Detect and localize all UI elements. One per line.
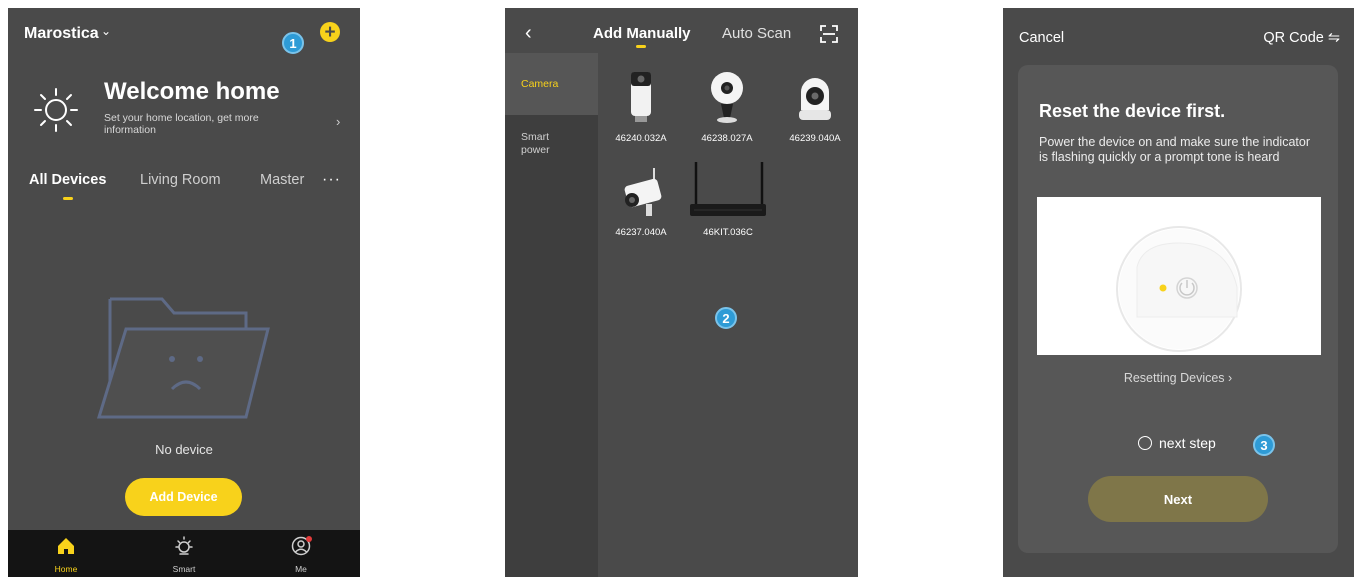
reset-title: Reset the device first. [1039,101,1226,121]
notification-dot [306,536,312,542]
reset-description: Power the device on and make sure the in… [1039,135,1310,164]
nav-home-label: Home [54,564,78,574]
home-icon [58,538,74,554]
device-item[interactable]: 46KIT.036C [688,160,768,238]
device-label: 46240.032A [615,133,667,144]
chevron-down-icon[interactable]: ⌄ [101,24,111,38]
reset-card: Reset the device first. Power the device… [1018,65,1338,553]
scan-icon[interactable] [819,24,839,44]
device-item[interactable]: 46239.040A [780,70,850,144]
step-badge-3: 3 [1253,434,1275,456]
tab-all-devices[interactable]: All Devices [29,172,106,188]
empty-folder-icon [96,297,270,419]
reset-device-screen: Cancel QR Code ⇋ Reset the device first.… [1003,8,1354,577]
device-item[interactable]: 46238.027A [692,70,762,144]
radio-icon[interactable] [1138,436,1152,450]
reset-illustration [1037,197,1321,355]
tab-underline [63,197,73,200]
camera-46238-icon [711,72,743,123]
nav-me[interactable]: Me [271,536,331,574]
camera-46239-icon [799,78,831,120]
device-item[interactable]: 46237.040A [606,164,676,238]
bottom-nav: Home Smart Me [8,530,360,577]
more-icon[interactable]: ··· [322,171,341,189]
device-item[interactable]: 46240.032A [606,70,676,144]
welcome-subtitle[interactable]: Set your home location, get more informa… [104,112,294,136]
home-screen: Marostica ⌄ 1 + Welcome home Set your ho… [8,8,360,577]
camera-46240-icon [631,72,651,122]
resetting-devices-link[interactable]: Resetting Devices › [1018,371,1338,385]
tab-auto-scan[interactable]: Auto Scan [722,25,791,42]
nav-me-label: Me [295,564,307,574]
nav-smart-label: Smart [172,564,196,574]
nav-smart[interactable]: Smart [154,536,214,574]
device-label: 46237.040A [615,227,667,238]
add-icon[interactable]: + [320,22,340,42]
tab-living-room[interactable]: Living Room [140,172,221,188]
step-badge-1: 1 [282,32,304,54]
next-step-option[interactable]: next step [1138,435,1216,451]
smart-sun-icon [175,536,193,555]
camera-46237-icon [624,168,662,216]
welcome-title: Welcome home [104,78,280,105]
home-name[interactable]: Marostica [24,25,99,43]
no-device-text: No device [155,442,213,457]
category-panel: Camera Smart power [505,53,598,577]
cancel-button[interactable]: Cancel [1019,30,1064,46]
device-power-illustration [1116,226,1242,352]
category-camera[interactable]: Camera [521,78,558,91]
tab-add-manually[interactable]: Add Manually [593,25,691,42]
next-step-label: next step [1159,435,1216,451]
device-label: 46238.027A [701,133,753,144]
next-button[interactable]: Next [1088,476,1268,522]
device-label: 46239.040A [789,133,841,144]
category-smart-power[interactable]: Smart power [521,131,566,157]
room-tabs: All Devices Living Room Master [8,172,360,202]
nav-home[interactable]: Home [36,536,96,574]
back-icon[interactable]: ‹ [525,22,532,45]
add-device-button[interactable]: Add Device [125,478,242,516]
tab-master[interactable]: Master [260,172,304,188]
nvr-kit-icon [690,162,766,216]
qr-code-button[interactable]: QR Code ⇋ [1263,30,1340,46]
step-badge-2: 2 [715,307,737,329]
chevron-right-icon[interactable]: › [336,114,340,129]
sun-icon [34,88,78,132]
device-label: 46KIT.036C [703,227,753,238]
add-device-screen: ‹ Add Manually Auto Scan Camera Smart po… [505,8,858,577]
tab-underline [636,45,646,48]
